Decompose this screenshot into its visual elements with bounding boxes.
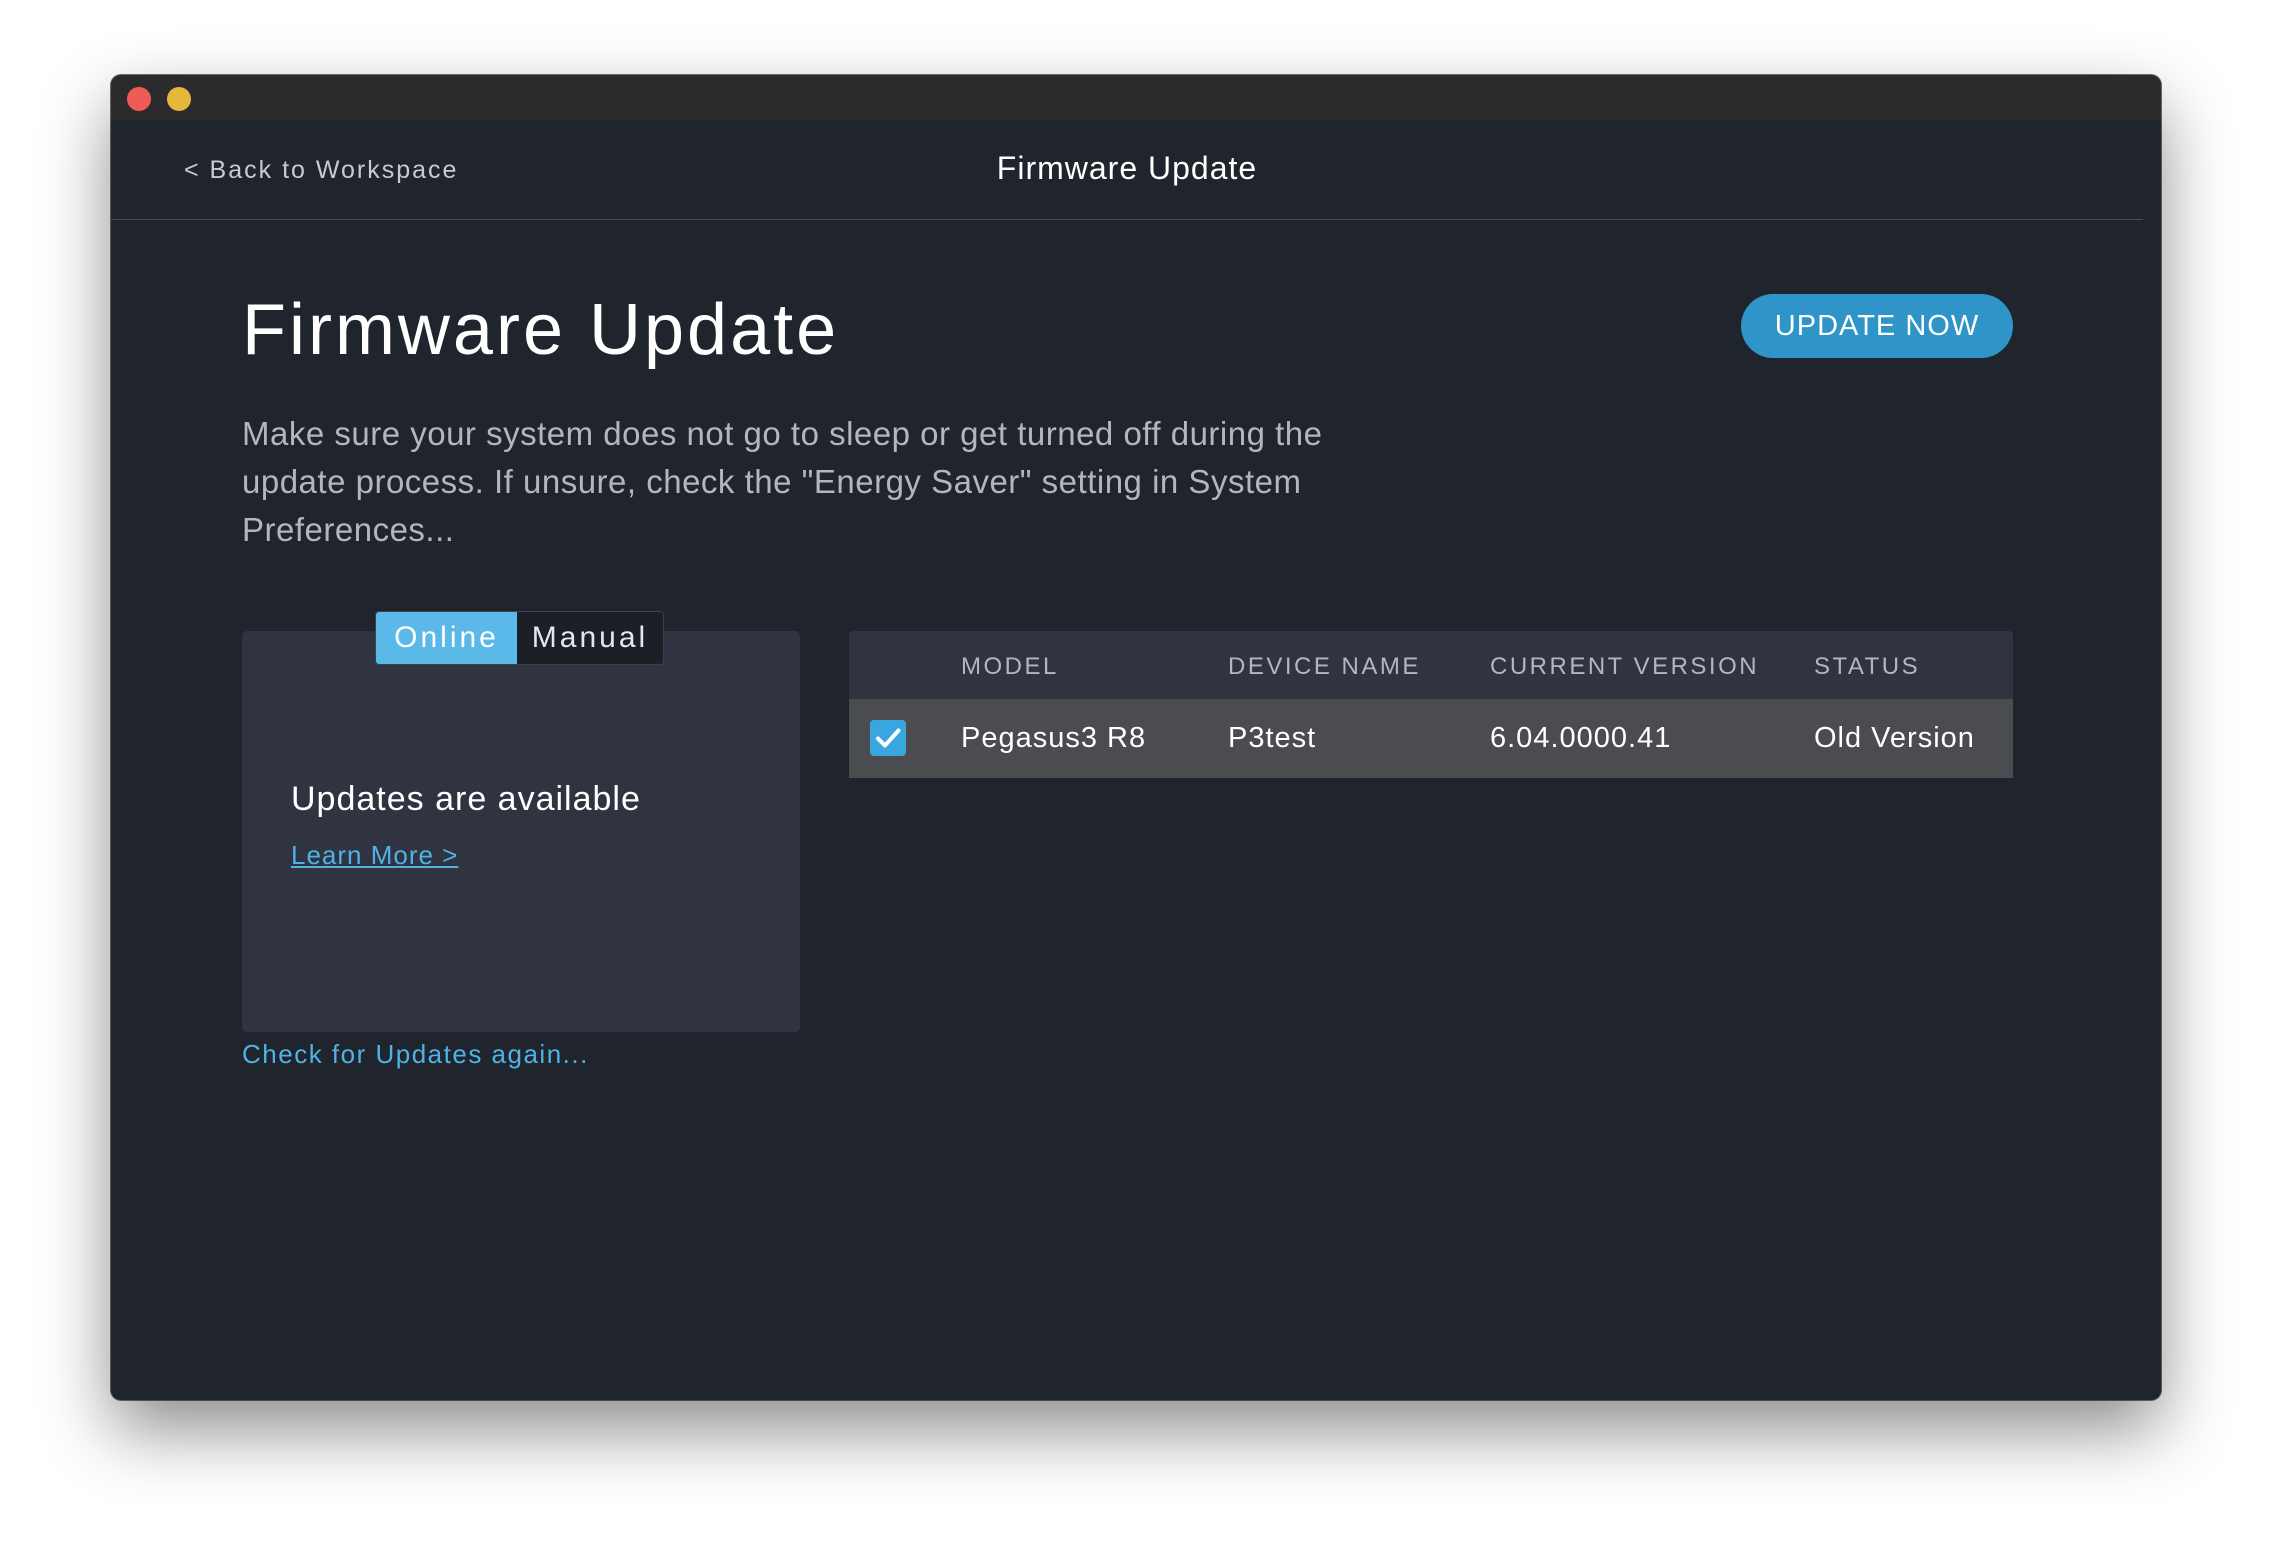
update-mode-segmented-control: Online Manual (375, 611, 664, 665)
update-now-button[interactable]: UPDATE NOW (1741, 294, 2013, 358)
update-status-panel (242, 631, 800, 1032)
window-minimize-button[interactable] (167, 87, 191, 111)
cell-status: Old Version (1814, 722, 1975, 754)
cell-current-version: 6.04.0000.41 (1490, 722, 1672, 754)
column-header-status[interactable]: STATUS (1814, 653, 1920, 681)
page-title: Firmware Update (242, 290, 840, 370)
learn-more-link[interactable]: Learn More > (291, 840, 458, 871)
online-mode-tab[interactable]: Online (376, 612, 517, 664)
cell-device-name: P3test (1228, 722, 1317, 754)
table-row[interactable]: Pegasus3 R8 P3test 6.04.0000.41 Old Vers… (849, 699, 2013, 778)
nav-title: Firmware Update (996, 150, 1258, 186)
top-navigation-bar: < Back to Workspace Firmware Update (111, 120, 2143, 220)
instructions-text: Make sure your system does not go to sle… (242, 415, 1323, 548)
column-header-current-version[interactable]: CURRENT VERSION (1490, 653, 1759, 681)
device-table: MODEL DEVICE NAME CURRENT VERSION STATUS… (849, 631, 2013, 778)
manual-mode-tab[interactable]: Manual (517, 612, 663, 664)
check-for-updates-link[interactable]: Check for Updates again... (242, 1039, 589, 1070)
column-header-model[interactable]: MODEL (961, 653, 1059, 681)
app-window: < Back to Workspace Firmware Update Firm… (111, 75, 2161, 1400)
checkmark-icon (876, 728, 901, 748)
window-close-button[interactable] (127, 87, 151, 111)
column-header-device-name[interactable]: DEVICE NAME (1228, 653, 1421, 681)
title-bar (111, 75, 2161, 120)
cell-model: Pegasus3 R8 (961, 722, 1147, 754)
updates-available-message: Updates are available (291, 780, 641, 818)
table-header: MODEL DEVICE NAME CURRENT VERSION STATUS (849, 631, 2013, 699)
row-select-checkbox[interactable] (870, 720, 906, 756)
